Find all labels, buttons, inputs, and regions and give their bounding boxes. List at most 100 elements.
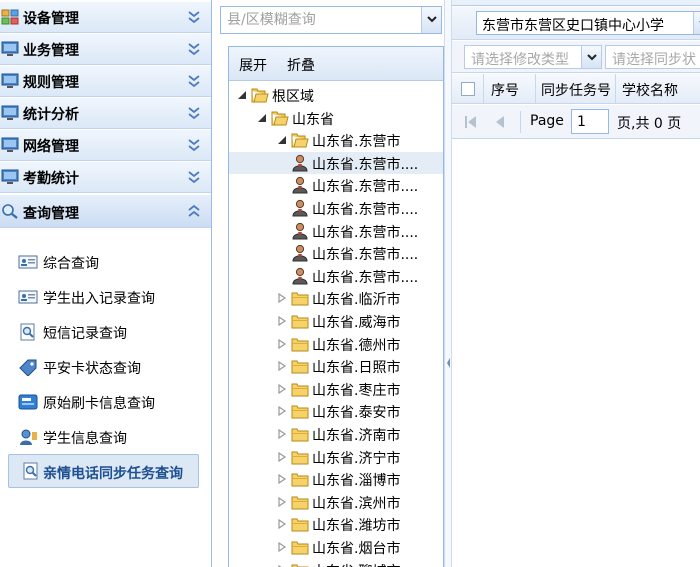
collapse-button[interactable]: 折叠 (287, 55, 315, 75)
page-number-input[interactable] (571, 109, 609, 134)
tree-node-city[interactable]: 山东省.济宁市 (229, 446, 443, 468)
nav-header-device-management[interactable]: 设备管理 (0, 2, 211, 33)
dropdown-button[interactable] (421, 7, 441, 33)
tree-node-label: 山东省.东营市.... (312, 224, 419, 241)
tree-node-label: 山东省.临沂市 (312, 292, 401, 309)
tree-node-label: 山东省.济南市 (312, 428, 401, 444)
tree-node-city[interactable]: 山东省.枣庄市 (229, 378, 443, 400)
tree-container: 展开 折叠 根区域 山东省 山东省.东营市 山东省.东营市.... 山东省.东营市...… (228, 46, 444, 567)
nav-header-network-management[interactable]: 网络管理 (0, 130, 211, 161)
chevron-double-up-icon[interactable] (186, 203, 202, 219)
tree-node-label: 山东省.济宁市 (312, 450, 401, 467)
collapsed-arrow-icon[interactable] (277, 429, 287, 439)
column-header-school-name[interactable]: 学校名称 (622, 80, 678, 100)
column-divider (535, 74, 536, 104)
dropdown-button[interactable] (693, 12, 700, 34)
collapsed-arrow-icon[interactable] (277, 496, 287, 507)
collapsed-arrow-icon[interactable] (277, 519, 287, 530)
id-card-icon (18, 290, 38, 304)
tree-node-label: 山东省.德州市 (312, 337, 401, 354)
folder-icon (291, 541, 309, 555)
device-icon (1, 9, 19, 25)
chevron-double-down-icon[interactable] (186, 41, 202, 57)
collapse-arrow-icon[interactable] (447, 356, 450, 370)
nav-header-label: 规则管理 (23, 75, 79, 91)
pagination-bar: Page 页,共 0 页 (452, 105, 700, 139)
tree-node-city[interactable]: 山东省.威海市 (229, 310, 443, 332)
tree-node-root[interactable]: 根区域 (229, 84, 443, 106)
tree-node-city[interactable]: 山东省.日照市 (229, 355, 443, 377)
dropdown-button[interactable] (581, 46, 601, 68)
nav-header-statistics[interactable]: 统计分析 (0, 98, 211, 129)
select-all-checkbox[interactable] (461, 82, 475, 96)
tree-node-school[interactable]: 山东省.东营市.... (229, 197, 443, 219)
expanded-arrow-icon[interactable] (277, 135, 287, 145)
tree-node-label: 山东省.威海市 (312, 315, 401, 331)
collapsed-arrow-icon[interactable] (277, 338, 287, 349)
tree-node-city[interactable]: 山东省.淄博市 (229, 468, 443, 490)
collapsed-arrow-icon[interactable] (277, 406, 287, 417)
school-select[interactable]: 东营市东营区史口镇中心小学 (476, 11, 700, 35)
tree-node-label: 山东省.聊城市 (312, 561, 400, 567)
monitor-icon (1, 169, 19, 184)
tree-node-school[interactable]: 山东省.东营市.... (229, 242, 443, 264)
folder-open-icon (271, 111, 289, 126)
nav-header-query-management[interactable]: 查询管理 (0, 195, 211, 228)
tree-node-label: 山东省.东营市.... (312, 269, 419, 286)
chevron-double-down-icon[interactable] (186, 169, 202, 185)
region-search-combo[interactable] (220, 6, 442, 34)
first-page-icon[interactable] (464, 115, 478, 129)
column-header-task-id[interactable]: 同步任务号 (541, 80, 611, 100)
tree-node-city[interactable]: 山东省.潍坊市 (229, 513, 443, 535)
nav-header-rule-management[interactable]: 规则管理 (0, 66, 211, 97)
tree-node-city[interactable]: 山东省.德州市 (229, 333, 443, 355)
monitor-icon (1, 137, 19, 152)
tree-node-label: 山东省.东营市.... (312, 179, 419, 196)
modify-type-select[interactable]: 请选择修改类型 (464, 45, 602, 69)
collapsed-arrow-icon[interactable] (277, 383, 287, 394)
menu-item-label: 平安卡状态查询 (43, 361, 141, 377)
chevron-double-down-icon[interactable] (186, 73, 202, 89)
expanded-arrow-icon[interactable] (237, 90, 247, 100)
nav-header-attendance[interactable]: 考勤统计 (0, 162, 211, 193)
tree-node-city[interactable]: 山东省.泰安市 (229, 400, 443, 422)
tree-node-city[interactable]: 山东省.东营市 (229, 129, 443, 151)
tree-node-city[interactable]: 山东省.济南市 (229, 423, 443, 445)
tree-node-province[interactable]: 山东省 (229, 107, 443, 129)
tree-node-city[interactable]: 山东省.滨州市 (229, 491, 443, 513)
chevron-double-down-icon[interactable] (186, 137, 202, 153)
region-tree-panel: 展开 折叠 根区域山东省山东省.东营市山东省.东营市.... 山东省.东营市...… (216, 0, 446, 567)
collapsed-arrow-icon[interactable] (277, 474, 287, 485)
chevron-double-down-icon[interactable] (186, 105, 202, 121)
column-header-index[interactable]: 序号 (491, 80, 519, 100)
expanded-arrow-icon[interactable] (257, 113, 267, 123)
collapsed-arrow-icon[interactable] (277, 361, 287, 372)
filter-toolbar: 请选择修改类型 请选择同步状 (452, 41, 700, 73)
panel-splitter[interactable] (444, 0, 452, 567)
monitor-icon (1, 41, 19, 56)
tree-node-city[interactable]: 山东省.聊城市 (229, 559, 443, 567)
tree-node-label: 山东省.烟台市 (312, 541, 401, 557)
pager-divider (520, 111, 521, 133)
collapsed-arrow-icon[interactable] (277, 316, 287, 326)
expand-button[interactable]: 展开 (239, 55, 267, 75)
tree-node-school[interactable]: 山东省.东营市.... (229, 220, 443, 242)
tree-node-city[interactable]: 山东省.临沂市 (229, 287, 443, 309)
tree-node-school[interactable]: 山东省.东营市.... (229, 265, 443, 287)
chevron-double-down-icon[interactable] (186, 9, 202, 25)
previous-page-icon[interactable] (494, 115, 506, 129)
sync-status-select[interactable]: 请选择同步状 (605, 45, 700, 69)
tree-node-city[interactable]: 山东省.烟台市 (229, 536, 443, 558)
collapsed-arrow-icon[interactable] (277, 542, 287, 552)
search-document-icon (20, 323, 35, 341)
nav-header-business-management[interactable]: 业务管理 (0, 34, 211, 65)
menu-item-label: 综合查询 (43, 256, 99, 272)
id-card-icon (18, 255, 38, 269)
tree-node-school[interactable]: 山东省.东营市.... (229, 151, 443, 174)
menu-family-phone-sync-query[interactable]: 亲情电话同步任务查询 (8, 454, 199, 488)
collapsed-arrow-icon[interactable] (277, 293, 287, 304)
tree-node-school[interactable]: 山东省.东营市.... (229, 174, 443, 196)
collapsed-arrow-icon[interactable] (277, 451, 287, 462)
region-search-input[interactable] (221, 7, 421, 33)
folder-open-icon (291, 133, 309, 148)
